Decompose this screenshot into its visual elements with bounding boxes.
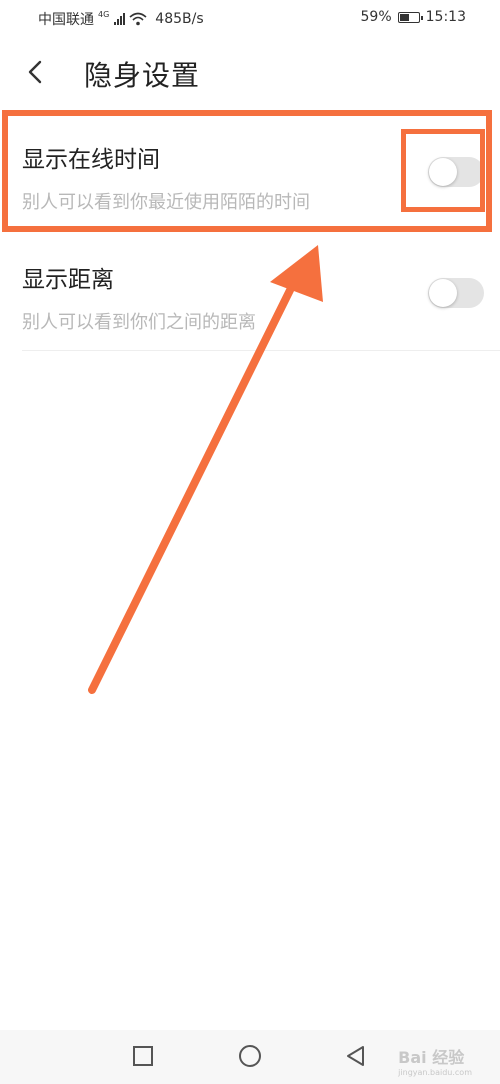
watermark-url: jingyan.baidu.com bbox=[398, 1068, 472, 1077]
triangle-back-icon[interactable] bbox=[344, 1044, 368, 1068]
watermark: Bai 经验 jingyan.baidu.com bbox=[398, 1044, 472, 1077]
square-icon[interactable] bbox=[131, 1044, 155, 1068]
circle-icon[interactable] bbox=[238, 1044, 262, 1068]
navigation-bar: Bai 经验 jingyan.baidu.com bbox=[0, 1030, 500, 1084]
watermark-text: Bai 经验 bbox=[398, 1048, 465, 1067]
annotation-arrow-icon bbox=[88, 245, 323, 694]
